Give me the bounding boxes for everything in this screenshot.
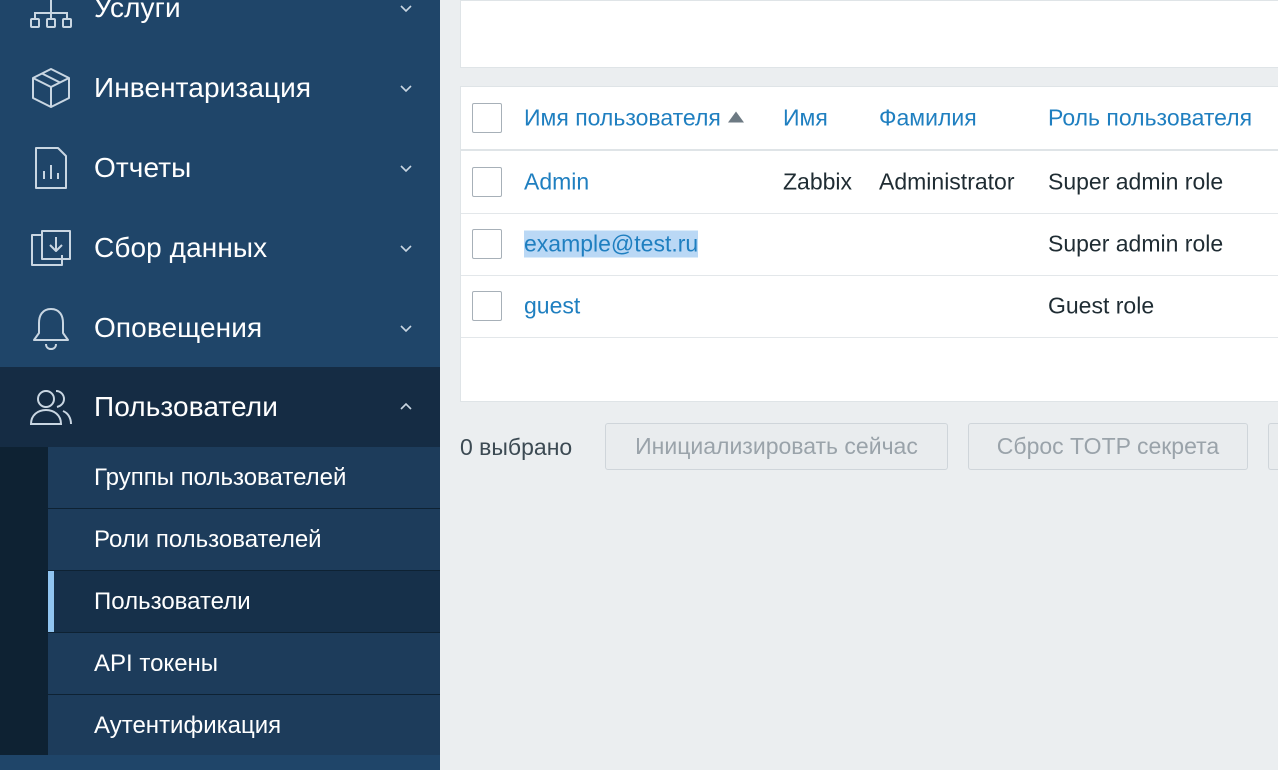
menu-label: Пользователи bbox=[94, 391, 278, 422]
row-checkbox[interactable] bbox=[472, 229, 502, 259]
column-header-label: Имя пользователя bbox=[524, 104, 721, 131]
submenu-label: Пользователи bbox=[94, 587, 251, 615]
username-link[interactable]: example@test.ru bbox=[524, 230, 699, 258]
menu-label: Оповещения bbox=[94, 312, 263, 343]
chevron-down-icon bbox=[396, 158, 416, 178]
chevron-down-icon bbox=[396, 238, 416, 258]
chevron-down-icon bbox=[396, 318, 416, 338]
menu-item-inventory[interactable]: Инвентаризация bbox=[0, 48, 440, 128]
submenu-label: Роли пользователей bbox=[94, 525, 322, 553]
chevron-up-icon bbox=[396, 397, 416, 417]
select-all-checkbox[interactable] bbox=[472, 103, 502, 133]
menu-label: Услуги bbox=[94, 0, 181, 23]
chevron-down-icon bbox=[396, 0, 416, 18]
submenu-item-user-roles[interactable]: Роли пользователей bbox=[48, 509, 440, 570]
column-header-role[interactable]: Роль пользователя bbox=[1048, 105, 1252, 132]
table-header: Имя пользователя Имя Фамилия Роль пользо… bbox=[461, 87, 1278, 151]
menu-item-data-collection[interactable]: Сбор данных bbox=[0, 208, 440, 288]
column-header-username[interactable]: Имя пользователя bbox=[524, 105, 744, 132]
role-cell: Super admin role bbox=[1048, 168, 1224, 195]
name-cell: Zabbix bbox=[783, 168, 853, 195]
selected-indicator bbox=[48, 571, 54, 632]
role-cell: Guest role bbox=[1048, 292, 1155, 319]
menu-item-reports[interactable]: Отчеты bbox=[0, 128, 440, 208]
row-checkbox[interactable] bbox=[472, 291, 502, 321]
reports-icon bbox=[28, 145, 74, 191]
submenu-item-user-groups[interactable]: Группы пользователей bbox=[48, 447, 440, 508]
sidebar-next-section bbox=[0, 755, 440, 770]
table-row: Admin Zabbix Administrator Super admin r… bbox=[461, 151, 1278, 214]
submenu-label: Группы пользователей bbox=[94, 463, 347, 491]
data-collection-icon bbox=[28, 225, 74, 271]
menu-label: Отчеты bbox=[94, 152, 192, 183]
chevron-down-icon bbox=[396, 78, 416, 98]
surname-cell: Administrator bbox=[879, 168, 1015, 195]
submenu-item-users[interactable]: Пользователи bbox=[48, 571, 440, 632]
menu-item-users[interactable]: Пользователи bbox=[0, 367, 440, 447]
services-icon bbox=[28, 0, 74, 31]
submenu-item-api-tokens[interactable]: API токены bbox=[48, 633, 440, 694]
submenu-label: Аутентификация bbox=[94, 711, 282, 739]
reset-totp-button[interactable]: Сброс TOTP секрета bbox=[968, 423, 1248, 470]
submenu-label: API токены bbox=[94, 649, 219, 677]
role-cell: Super admin role bbox=[1048, 230, 1224, 257]
init-now-button[interactable]: Инициализировать сейчас bbox=[605, 423, 948, 470]
bell-icon bbox=[28, 305, 74, 351]
users-icon bbox=[28, 384, 74, 430]
submenu-item-authentication[interactable]: Аутентификация bbox=[48, 695, 440, 756]
column-header-surname[interactable]: Фамилия bbox=[879, 105, 977, 132]
menu-label: Инвентаризация bbox=[94, 72, 312, 103]
inventory-icon bbox=[28, 65, 74, 111]
sort-ascending-icon bbox=[727, 111, 744, 123]
filter-panel bbox=[460, 0, 1278, 68]
username-link[interactable]: Admin bbox=[524, 169, 589, 196]
table-row: example@test.ru Super admin role bbox=[461, 213, 1278, 276]
table-row: guest Guest role bbox=[461, 275, 1278, 338]
users-submenu: Группы пользователей Роли пользователей … bbox=[0, 447, 440, 770]
more-action-button[interactable] bbox=[1268, 423, 1278, 470]
users-table: Имя пользователя Имя Фамилия Роль пользо… bbox=[460, 86, 1278, 402]
username-link[interactable]: guest bbox=[524, 293, 580, 320]
menu-label: Сбор данных bbox=[94, 232, 268, 263]
selected-count: 0 выбрано bbox=[460, 434, 573, 460]
row-checkbox[interactable] bbox=[472, 167, 502, 197]
sidebar: Услуги Инвентаризация Отчеты Сбор данных… bbox=[0, 0, 440, 770]
menu-item-services[interactable]: Услуги bbox=[0, 0, 440, 48]
menu-item-alerts[interactable]: Оповещения bbox=[0, 288, 440, 368]
column-header-name[interactable]: Имя bbox=[783, 105, 828, 132]
